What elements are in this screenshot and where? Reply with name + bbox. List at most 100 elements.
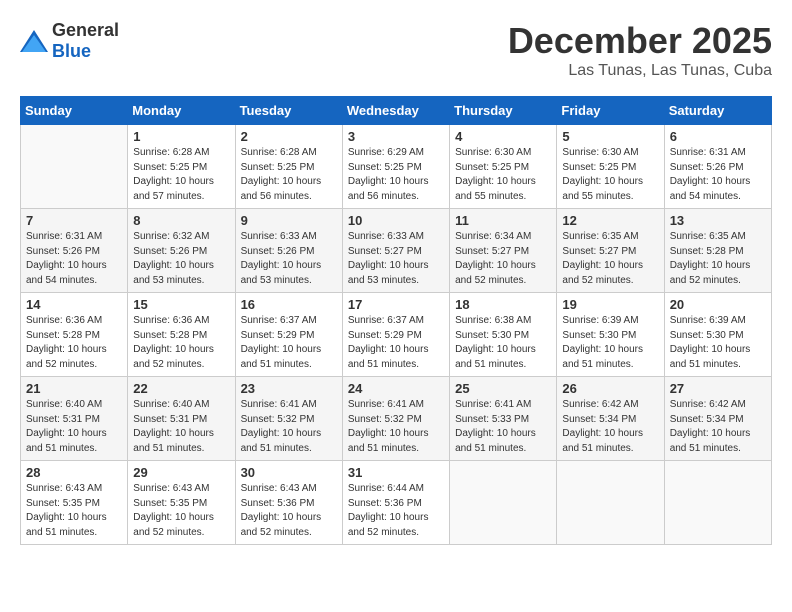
logo-icon	[20, 30, 48, 52]
calendar-day-cell: 12Sunrise: 6:35 AMSunset: 5:27 PMDayligh…	[557, 209, 664, 293]
day-info: Sunrise: 6:41 AMSunset: 5:32 PMDaylight:…	[241, 398, 337, 456]
day-info: Sunrise: 6:29 AMSunset: 5:25 PMDaylight:…	[348, 146, 444, 204]
day-info: Sunrise: 6:28 AMSunset: 5:25 PMDaylight:…	[133, 146, 229, 204]
calendar-day-cell: 4 Sunrise: 6:30 AMSunset: 5:25 PMDaylight…	[450, 125, 557, 209]
day-info: Sunrise: 6:36 AMSunset: 5:28 PMDaylight:…	[26, 314, 122, 372]
day-info: Sunrise: 6:42 AMSunset: 5:34 PMDaylight:…	[562, 398, 658, 456]
calendar-day-cell: 22 Sunrise: 6:40 AMSunset: 5:31 PMDayligh…	[128, 377, 235, 461]
day-number: 18	[455, 297, 551, 312]
day-info: Sunrise: 6:30 AMSunset: 5:25 PMDaylight:…	[562, 146, 658, 204]
day-info: Sunrise: 6:40 AMSunset: 5:31 PMDaylight:…	[133, 398, 229, 456]
day-info: Sunrise: 6:37 AMSunset: 5:29 PMDaylight:…	[348, 314, 444, 372]
day-info: Sunrise: 6:42 AMSunset: 5:34 PMDaylight:…	[670, 398, 766, 456]
day-number: 1	[133, 129, 229, 144]
calendar-day-cell	[450, 461, 557, 545]
day-info: Sunrise: 6:43 AMSunset: 5:36 PMDaylight:…	[241, 482, 337, 540]
calendar-day-cell: 16 Sunrise: 6:37 AMSunset: 5:29 PMDayligh…	[235, 293, 342, 377]
calendar-day-cell: 2 Sunrise: 6:28 AMSunset: 5:25 PMDaylight…	[235, 125, 342, 209]
calendar-day-cell: 28 Sunrise: 6:43 AMSunset: 5:35 PMDayligh…	[21, 461, 128, 545]
page-header: General Blue December 2025 Las Tunas, La…	[20, 20, 772, 80]
calendar-day-cell: 3 Sunrise: 6:29 AMSunset: 5:25 PMDaylight…	[342, 125, 449, 209]
logo: General Blue	[20, 20, 119, 62]
day-info: Sunrise: 6:38 AMSunset: 5:30 PMDaylight:…	[455, 314, 551, 372]
day-info: Sunrise: 6:31 AMSunset: 5:26 PMDaylight:…	[26, 230, 122, 288]
calendar-day-cell: 14 Sunrise: 6:36 AMSunset: 5:28 PMDayligh…	[21, 293, 128, 377]
weekday-header-tuesday: Tuesday	[235, 97, 342, 125]
day-info: Sunrise: 6:41 AMSunset: 5:32 PMDaylight:…	[348, 398, 444, 456]
day-number: 26	[562, 381, 658, 396]
logo-text: General Blue	[52, 20, 119, 62]
calendar-day-cell: 17Sunrise: 6:37 AMSunset: 5:29 PMDayligh…	[342, 293, 449, 377]
day-info: Sunrise: 6:39 AMSunset: 5:30 PMDaylight:…	[562, 314, 658, 372]
calendar-day-cell: 23 Sunrise: 6:41 AMSunset: 5:32 PMDayligh…	[235, 377, 342, 461]
calendar-day-cell: 1 Sunrise: 6:28 AMSunset: 5:25 PMDaylight…	[128, 125, 235, 209]
day-info: Sunrise: 6:36 AMSunset: 5:28 PMDaylight:…	[133, 314, 229, 372]
day-number: 21	[26, 381, 122, 396]
logo-blue: Blue	[52, 41, 91, 61]
day-number: 4	[455, 129, 551, 144]
day-info: Sunrise: 6:43 AMSunset: 5:35 PMDaylight:…	[133, 482, 229, 540]
day-number: 3	[348, 129, 444, 144]
day-info: Sunrise: 6:32 AMSunset: 5:26 PMDaylight:…	[133, 230, 229, 288]
day-info: Sunrise: 6:33 AMSunset: 5:27 PMDaylight:…	[348, 230, 444, 288]
calendar-day-cell: 20Sunrise: 6:39 AMSunset: 5:30 PMDayligh…	[664, 293, 771, 377]
weekday-header-friday: Friday	[557, 97, 664, 125]
day-number: 2	[241, 129, 337, 144]
calendar-day-cell: 26 Sunrise: 6:42 AMSunset: 5:34 PMDayligh…	[557, 377, 664, 461]
calendar-week-row: 28 Sunrise: 6:43 AMSunset: 5:35 PMDayligh…	[21, 461, 772, 545]
calendar-day-cell: 19 Sunrise: 6:39 AMSunset: 5:30 PMDayligh…	[557, 293, 664, 377]
day-number: 20	[670, 297, 766, 312]
day-info: Sunrise: 6:35 AMSunset: 5:28 PMDaylight:…	[670, 230, 766, 288]
calendar-day-cell	[557, 461, 664, 545]
calendar-day-cell: 7Sunrise: 6:31 AMSunset: 5:26 PMDaylight…	[21, 209, 128, 293]
day-number: 11	[455, 213, 551, 228]
day-info: Sunrise: 6:37 AMSunset: 5:29 PMDaylight:…	[241, 314, 337, 372]
day-number: 19	[562, 297, 658, 312]
day-number: 9	[241, 213, 337, 228]
day-number: 25	[455, 381, 551, 396]
weekday-header-row: SundayMondayTuesdayWednesdayThursdayFrid…	[21, 97, 772, 125]
day-number: 16	[241, 297, 337, 312]
logo-general: General	[52, 20, 119, 40]
weekday-header-thursday: Thursday	[450, 97, 557, 125]
day-number: 22	[133, 381, 229, 396]
calendar-day-cell	[664, 461, 771, 545]
calendar-day-cell: 25Sunrise: 6:41 AMSunset: 5:33 PMDayligh…	[450, 377, 557, 461]
day-number: 31	[348, 465, 444, 480]
day-number: 15	[133, 297, 229, 312]
day-number: 10	[348, 213, 444, 228]
day-number: 28	[26, 465, 122, 480]
calendar-day-cell: 18 Sunrise: 6:38 AMSunset: 5:30 PMDayligh…	[450, 293, 557, 377]
calendar-day-cell: 13 Sunrise: 6:35 AMSunset: 5:28 PMDayligh…	[664, 209, 771, 293]
day-info: Sunrise: 6:43 AMSunset: 5:35 PMDaylight:…	[26, 482, 122, 540]
calendar-day-cell: 5Sunrise: 6:30 AMSunset: 5:25 PMDaylight…	[557, 125, 664, 209]
weekday-header-saturday: Saturday	[664, 97, 771, 125]
calendar-day-cell: 15 Sunrise: 6:36 AMSunset: 5:28 PMDayligh…	[128, 293, 235, 377]
calendar-week-row: 21 Sunrise: 6:40 AMSunset: 5:31 PMDayligh…	[21, 377, 772, 461]
calendar-day-cell: 8 Sunrise: 6:32 AMSunset: 5:26 PMDaylight…	[128, 209, 235, 293]
calendar-day-cell: 9 Sunrise: 6:33 AMSunset: 5:26 PMDaylight…	[235, 209, 342, 293]
calendar-day-cell: 30Sunrise: 6:43 AMSunset: 5:36 PMDayligh…	[235, 461, 342, 545]
day-number: 14	[26, 297, 122, 312]
day-number: 13	[670, 213, 766, 228]
day-info: Sunrise: 6:34 AMSunset: 5:27 PMDaylight:…	[455, 230, 551, 288]
day-info: Sunrise: 6:30 AMSunset: 5:25 PMDaylight:…	[455, 146, 551, 204]
title-section: December 2025 Las Tunas, Las Tunas, Cuba	[508, 20, 772, 80]
weekday-header-sunday: Sunday	[21, 97, 128, 125]
month-title: December 2025	[508, 20, 772, 62]
calendar-day-cell: 6Sunrise: 6:31 AMSunset: 5:26 PMDaylight…	[664, 125, 771, 209]
day-number: 8	[133, 213, 229, 228]
day-info: Sunrise: 6:44 AMSunset: 5:36 PMDaylight:…	[348, 482, 444, 540]
day-info: Sunrise: 6:33 AMSunset: 5:26 PMDaylight:…	[241, 230, 337, 288]
location-title: Las Tunas, Las Tunas, Cuba	[508, 62, 772, 80]
calendar-day-cell: 11 Sunrise: 6:34 AMSunset: 5:27 PMDayligh…	[450, 209, 557, 293]
calendar-day-cell	[21, 125, 128, 209]
day-number: 23	[241, 381, 337, 396]
calendar-day-cell: 21Sunrise: 6:40 AMSunset: 5:31 PMDayligh…	[21, 377, 128, 461]
calendar-table: SundayMondayTuesdayWednesdayThursdayFrid…	[20, 96, 772, 545]
day-number: 12	[562, 213, 658, 228]
day-info: Sunrise: 6:28 AMSunset: 5:25 PMDaylight:…	[241, 146, 337, 204]
calendar-day-cell: 24 Sunrise: 6:41 AMSunset: 5:32 PMDayligh…	[342, 377, 449, 461]
day-number: 24	[348, 381, 444, 396]
day-info: Sunrise: 6:31 AMSunset: 5:26 PMDaylight:…	[670, 146, 766, 204]
